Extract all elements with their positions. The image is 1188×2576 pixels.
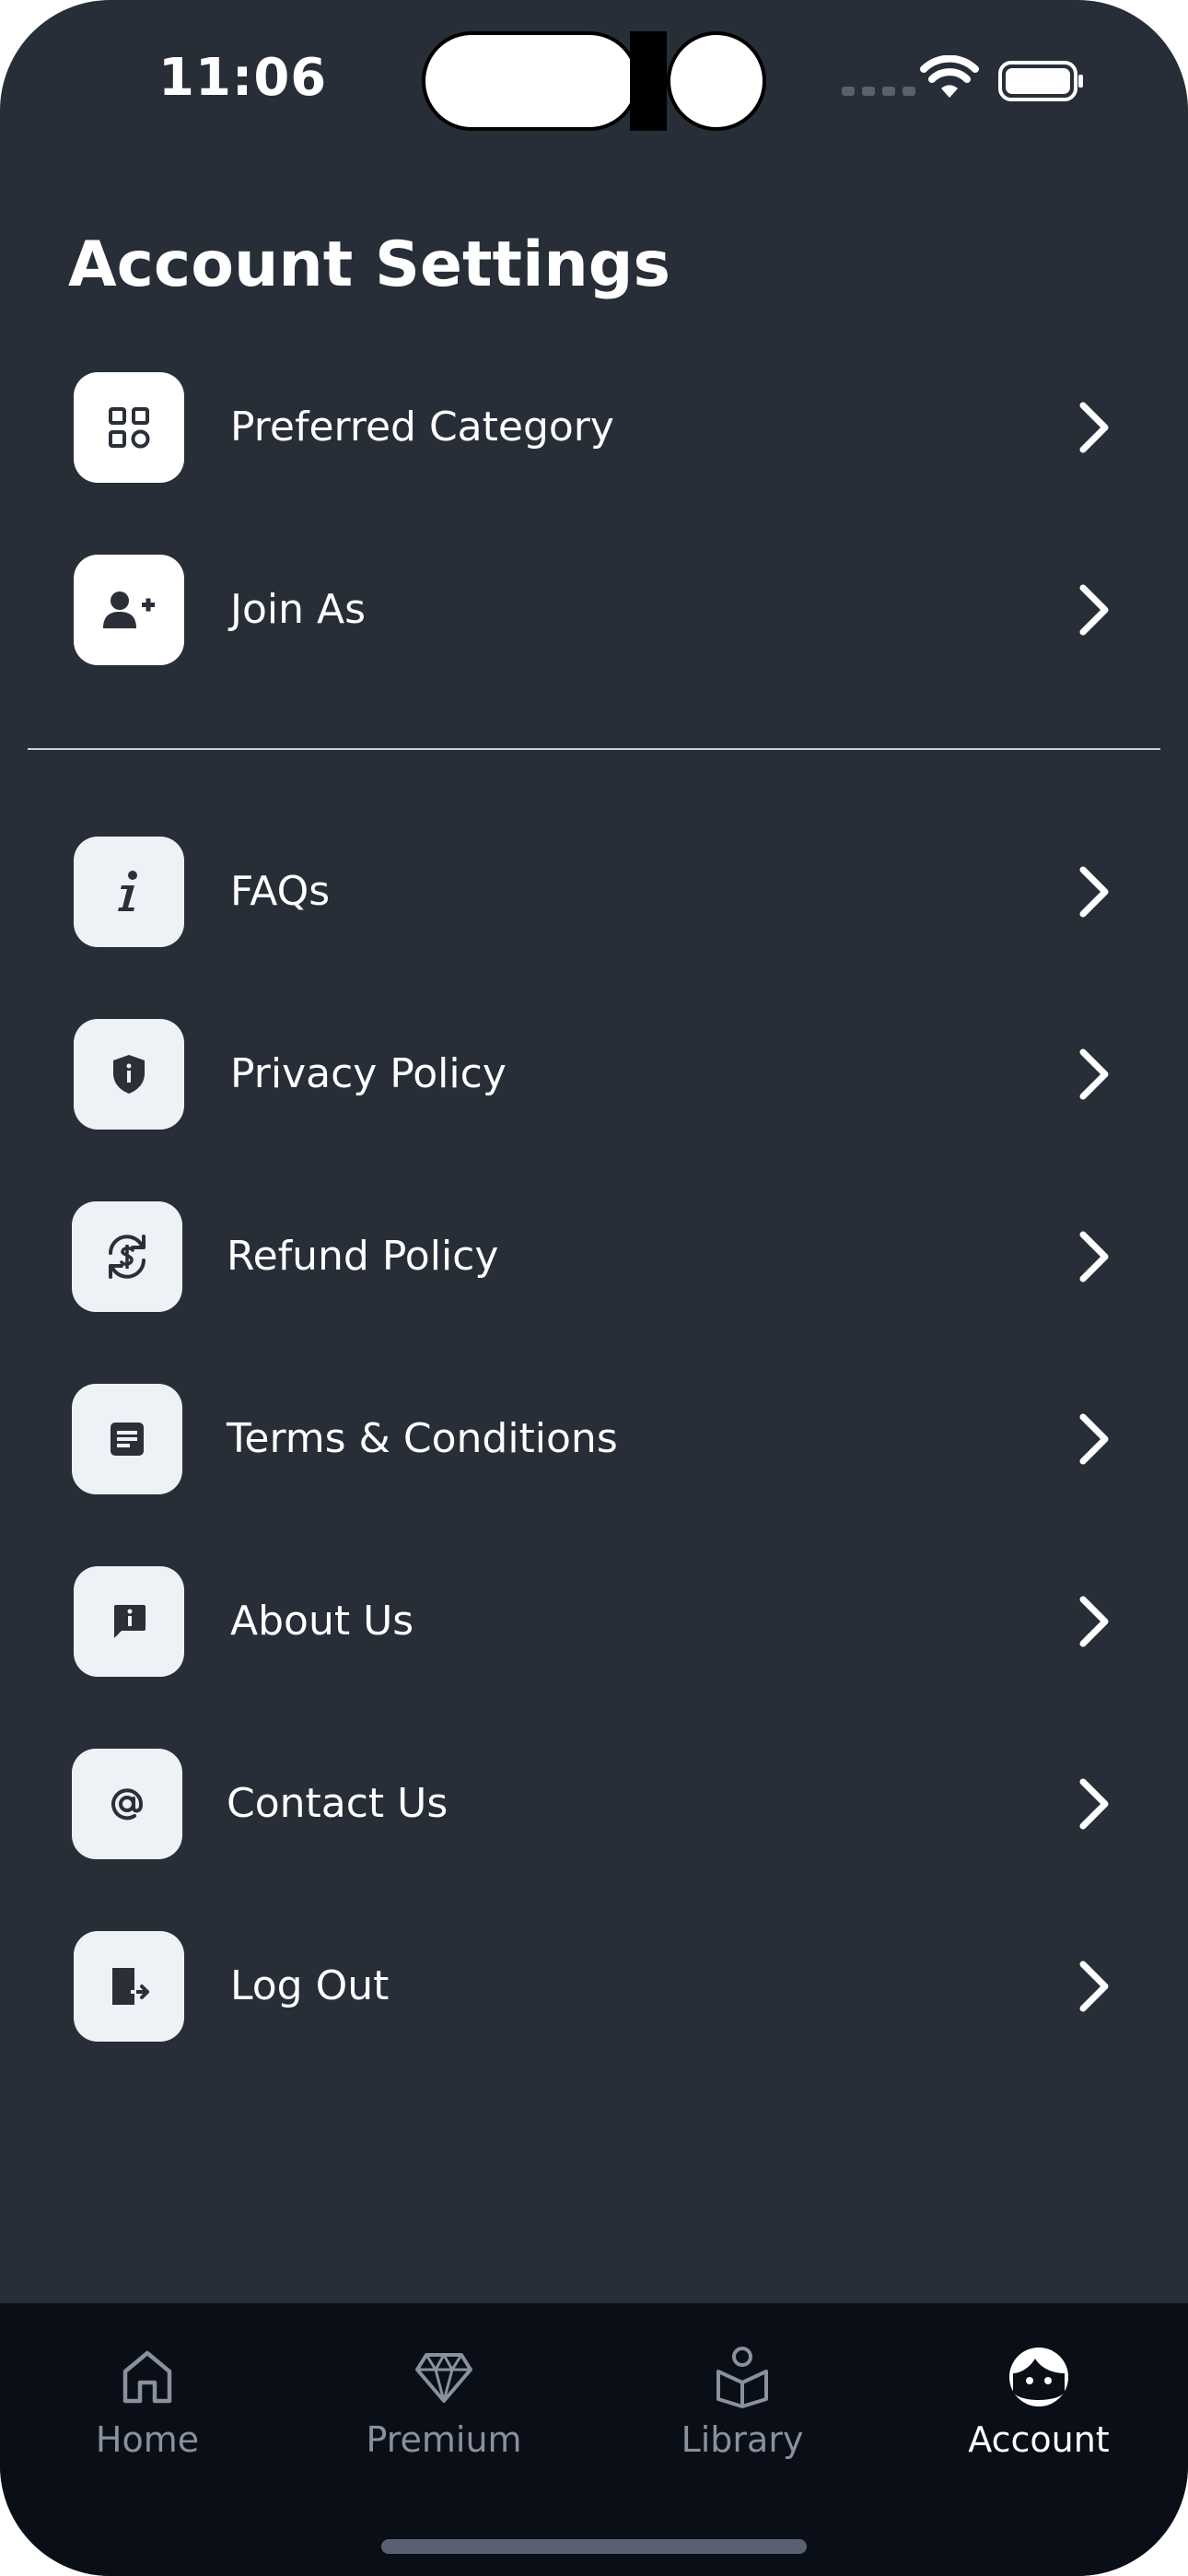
shield-icon [74, 1019, 184, 1130]
chevron-right-icon [1079, 1596, 1109, 1647]
tab-label: Home [95, 2419, 200, 2460]
tab-library[interactable]: Library [632, 2340, 853, 2488]
info-item-label: FAQs [230, 868, 331, 915]
info-item-about-us[interactable]: About Us [0, 1566, 1188, 1677]
info-item-label: About Us [230, 1598, 414, 1645]
section-divider [28, 748, 1160, 750]
home-icon [37, 2340, 258, 2414]
info-item-label: Contact Us [227, 1780, 448, 1827]
tab-label: Account [968, 2419, 1110, 2460]
refund-icon [72, 1201, 182, 1312]
grid-icon [74, 372, 184, 483]
info-item-label: Refund Policy [227, 1233, 499, 1280]
tab-home[interactable]: Home [37, 2340, 258, 2488]
logout-icon [74, 1931, 184, 2042]
info-icon [74, 837, 184, 947]
settings-item-preferred-category[interactable]: Preferred Category [0, 372, 1188, 483]
info-item-log-out[interactable]: Log Out [0, 1931, 1188, 2042]
cellular-signal-icon [842, 87, 915, 96]
info-item-privacy-policy[interactable]: Privacy Policy [0, 1019, 1188, 1130]
user-add-icon [74, 555, 184, 665]
chevron-right-icon [1079, 1961, 1109, 2012]
dynamic-island [422, 31, 639, 131]
diamond-icon [333, 2340, 554, 2414]
dynamic-island-bridge [630, 31, 667, 131]
info-item-label: Privacy Policy [230, 1050, 507, 1097]
info-item-contact-us[interactable]: Contact Us [0, 1749, 1188, 1859]
tab-account[interactable]: Account [928, 2340, 1149, 2488]
wifi-icon [920, 55, 979, 98]
status-time: 11:06 [158, 48, 328, 108]
chevron-right-icon [1079, 1778, 1109, 1830]
phone-screen: 11:06 Account Settings Preferred Categor… [0, 0, 1188, 2576]
chevron-right-icon [1079, 584, 1109, 636]
settings-item-label: Preferred Category [230, 404, 614, 451]
chevron-right-icon [1079, 1231, 1109, 1282]
settings-item-label: Join As [230, 586, 367, 633]
chevron-right-icon [1079, 866, 1109, 918]
settings-item-join-as[interactable]: Join As [0, 555, 1188, 665]
tab-bar: Home Premium Library Account [0, 2303, 1188, 2576]
tab-premium[interactable]: Premium [333, 2340, 554, 2488]
page-title: Account Settings [68, 228, 670, 301]
home-indicator [381, 2539, 807, 2554]
chevron-right-icon [1079, 402, 1109, 453]
info-item-label: Log Out [230, 1962, 390, 2009]
info-item-label: Terms & Conditions [227, 1415, 618, 1462]
document-icon [72, 1384, 182, 1494]
face-icon [928, 2340, 1149, 2414]
message-info-icon [74, 1566, 184, 1677]
info-item-faqs[interactable]: FAQs [0, 837, 1188, 947]
chevron-right-icon [1079, 1048, 1109, 1100]
library-icon [632, 2340, 853, 2414]
tab-label: Premium [366, 2419, 522, 2460]
info-item-refund-policy[interactable]: Refund Policy [0, 1201, 1188, 1312]
dynamic-island-camera [667, 31, 766, 131]
battery-icon [998, 61, 1083, 101]
tab-label: Library [681, 2419, 804, 2460]
chevron-right-icon [1079, 1413, 1109, 1465]
at-icon [72, 1749, 182, 1859]
info-item-terms-conditions[interactable]: Terms & Conditions [0, 1384, 1188, 1494]
